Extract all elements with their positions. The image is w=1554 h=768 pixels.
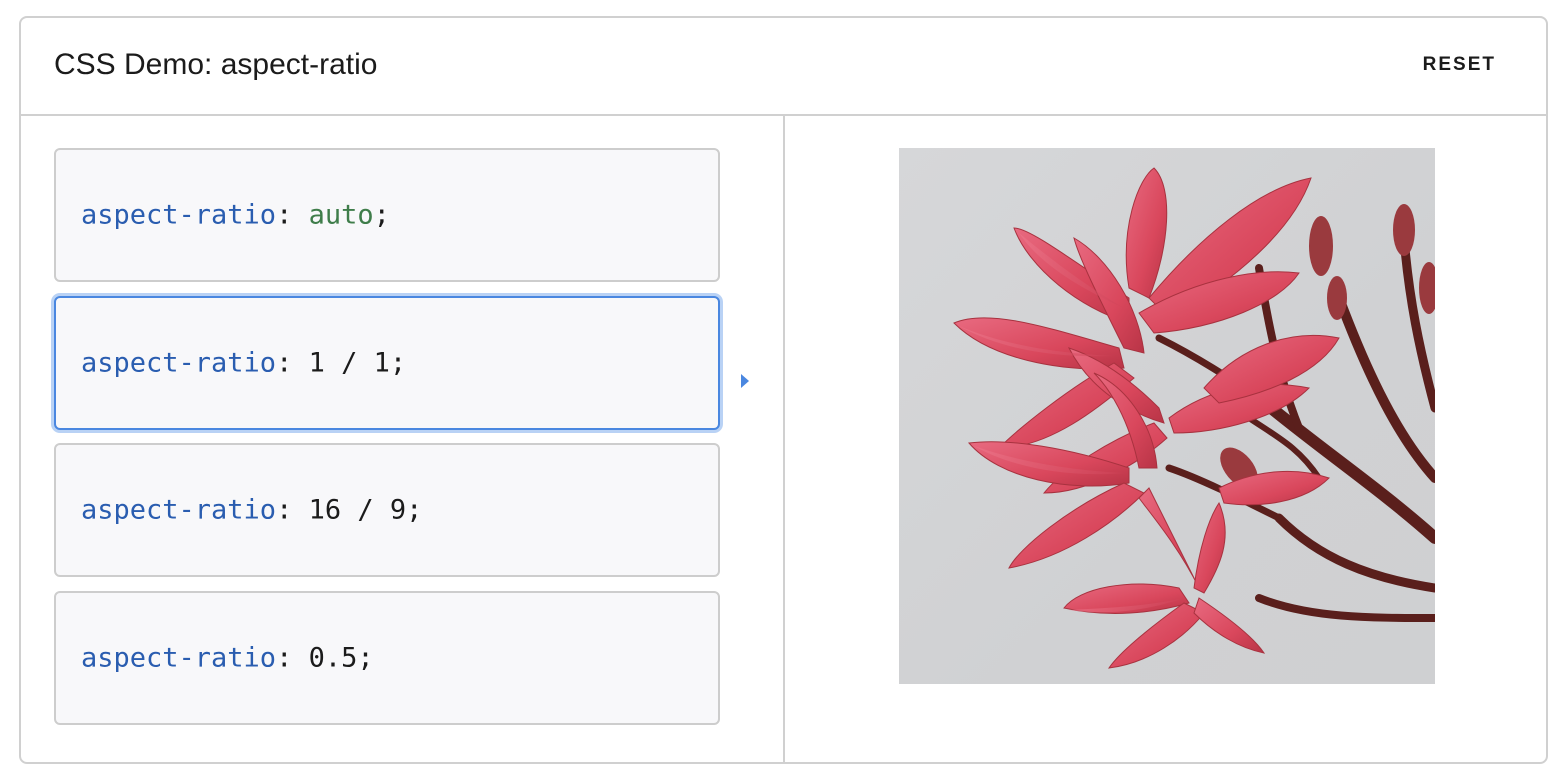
preview-image: [899, 148, 1435, 684]
css-property: aspect-ratio: [81, 494, 277, 526]
example-choices-pane: aspect-ratio: auto; aspect-ratio: 1 / 1;…: [21, 116, 785, 764]
code-line: aspect-ratio: 0.5;: [81, 643, 374, 674]
output-pane: [785, 116, 1548, 764]
example-choice-16-9[interactable]: aspect-ratio: 16 / 9;: [54, 443, 720, 577]
demo-frame: CSS Demo: aspect-ratio RESET aspect-rati…: [19, 16, 1548, 764]
reset-button[interactable]: RESET: [1423, 54, 1496, 76]
css-colon: :: [276, 199, 309, 231]
css-semicolon: ;: [389, 347, 407, 379]
css-colon: :: [276, 642, 309, 674]
example-choice-0-5[interactable]: aspect-ratio: 0.5;: [54, 591, 720, 725]
selected-indicator-arrow-icon: [741, 374, 749, 388]
css-semicolon: ;: [373, 199, 390, 231]
code-line: aspect-ratio: 1 / 1;: [81, 348, 406, 379]
demo-header: CSS Demo: aspect-ratio RESET: [21, 18, 1546, 116]
css-value: 1 / 1: [308, 347, 390, 379]
css-semicolon: ;: [406, 494, 423, 526]
css-value: 16 / 9: [308, 494, 407, 526]
css-colon: :: [276, 494, 309, 526]
example-choice-1-1[interactable]: aspect-ratio: 1 / 1;: [54, 296, 720, 430]
css-property: aspect-ratio: [81, 199, 277, 231]
css-semicolon: ;: [357, 642, 374, 674]
css-property: aspect-ratio: [81, 642, 277, 674]
css-value: 0.5: [308, 642, 358, 674]
code-line: aspect-ratio: auto;: [81, 200, 390, 231]
css-property: aspect-ratio: [81, 347, 277, 379]
frangipani-flower-image: [953, 167, 1435, 669]
example-choice-auto[interactable]: aspect-ratio: auto;: [54, 148, 720, 282]
demo-title: CSS Demo: aspect-ratio: [54, 48, 378, 81]
code-line: aspect-ratio: 16 / 9;: [81, 495, 422, 526]
css-colon: :: [276, 347, 309, 379]
css-value: auto: [308, 199, 374, 231]
